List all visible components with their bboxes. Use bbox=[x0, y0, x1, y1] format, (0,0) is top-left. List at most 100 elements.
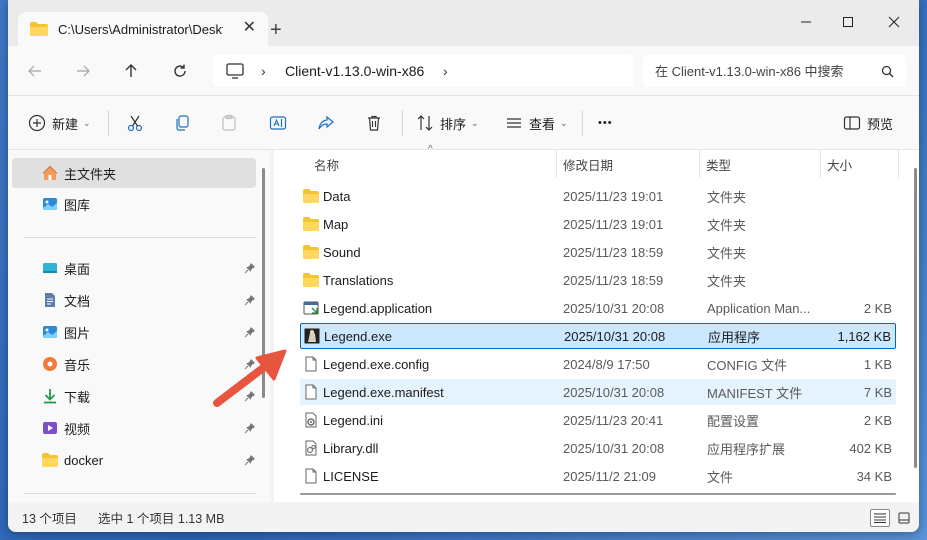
folder-icon bbox=[303, 217, 319, 231]
sidebar-item-gallery[interactable]: 图库 bbox=[12, 189, 256, 219]
pin-icon[interactable] bbox=[244, 454, 256, 466]
copy-button[interactable] bbox=[173, 111, 191, 135]
breadcrumb-segment[interactable]: Client-v1.13.0-win-x86 bbox=[285, 63, 424, 79]
column-separator[interactable] bbox=[820, 150, 821, 178]
file-size: 402 KB bbox=[849, 440, 892, 456]
search-box[interactable] bbox=[643, 55, 906, 87]
preview-pane-button[interactable]: 预览 bbox=[843, 111, 893, 135]
sort-icon bbox=[417, 115, 433, 131]
selection-info: 选中 1 个项目 1.13 MB bbox=[98, 511, 225, 526]
search-icon[interactable] bbox=[881, 65, 894, 78]
column-header-name[interactable]: 名称 ^ bbox=[314, 144, 554, 178]
file-row[interactable]: Library.dll 2025/10/31 20:08 应用程序扩展 402 KB bbox=[300, 435, 896, 461]
pin-icon[interactable] bbox=[244, 262, 256, 274]
column-header-date[interactable]: 修改日期 bbox=[563, 150, 703, 178]
horizontal-scrollbar[interactable] bbox=[300, 493, 896, 495]
forward-button[interactable] bbox=[72, 60, 94, 82]
file-row[interactable]: Legend.application 2025/10/31 20:08 Applic… bbox=[300, 295, 896, 321]
sidebar-item-docker[interactable]: docker bbox=[12, 445, 256, 475]
close-window-button[interactable] bbox=[874, 10, 914, 34]
rename-button[interactable] bbox=[269, 111, 287, 135]
column-separator[interactable] bbox=[699, 150, 700, 178]
file-name: Map bbox=[323, 216, 349, 232]
tab-close-icon[interactable]: ✕ bbox=[243, 20, 256, 36]
new-button[interactable]: 新建 ⌄ bbox=[28, 111, 91, 135]
file-date: 2025/11/23 18:59 bbox=[563, 272, 664, 288]
file-row[interactable]: LICENSE 2025/11/2 21:09 文件 34 KB bbox=[300, 463, 896, 489]
column-separator[interactable] bbox=[898, 150, 899, 178]
file-row[interactable]: Legend.exe.manifest 2025/10/31 20:08 MANIF… bbox=[300, 379, 896, 405]
file-row[interactable]: Legend.exe 2025/10/31 20:08 应用程序 1,162 KB bbox=[300, 323, 896, 349]
breadcrumb[interactable]: › Client-v1.13.0-win-x86 › bbox=[213, 55, 633, 87]
sort-label: 排序 bbox=[440, 116, 467, 132]
file-date: 2024/8/9 17:50 bbox=[563, 356, 650, 372]
desktop-icon bbox=[43, 263, 57, 273]
file-type: 配置设置 bbox=[707, 413, 760, 429]
delete-button[interactable] bbox=[365, 111, 383, 135]
home-icon bbox=[42, 165, 58, 180]
address-bar: › Client-v1.13.0-win-x86 › bbox=[8, 46, 919, 96]
file-size: 34 KB bbox=[856, 468, 892, 484]
file-row[interactable]: Map 2025/11/23 19:01 文件夹 bbox=[300, 211, 896, 237]
share-button[interactable] bbox=[317, 111, 335, 135]
cut-button[interactable] bbox=[126, 111, 144, 135]
tiles-view-icon bbox=[898, 512, 910, 524]
up-button[interactable] bbox=[120, 60, 142, 82]
pin-icon[interactable] bbox=[244, 326, 256, 338]
paste-button[interactable] bbox=[220, 111, 238, 135]
file-row[interactable]: Legend.exe.config 2024/8/9 17:50 CONFIG 文件… bbox=[300, 351, 896, 377]
preview-label: 预览 bbox=[867, 116, 894, 132]
application-manifest-icon bbox=[303, 301, 319, 315]
file-type: Application Man... bbox=[707, 300, 811, 316]
sort-button[interactable]: 排序 ⌄ bbox=[416, 111, 479, 135]
sidebar-item-label: 下载 bbox=[64, 389, 91, 405]
maximize-button[interactable] bbox=[828, 10, 868, 34]
view-button[interactable]: 查看 ⌄ bbox=[505, 111, 568, 135]
file-type: CONFIG 文件 bbox=[707, 357, 788, 373]
minimize-button[interactable] bbox=[786, 10, 826, 34]
pin-icon[interactable] bbox=[244, 294, 256, 306]
folder-icon bbox=[303, 189, 319, 203]
column-header-size[interactable]: 大小 bbox=[827, 150, 887, 178]
chevron-right-icon[interactable]: › bbox=[443, 63, 448, 79]
column-header-type[interactable]: 类型 bbox=[706, 150, 816, 178]
file-name: Translations bbox=[323, 272, 394, 288]
tab-current-folder[interactable]: C:\Users\Administrator\Desktop ✕ bbox=[18, 12, 268, 46]
chevron-right-icon: › bbox=[261, 63, 266, 79]
tiles-view-button[interactable] bbox=[894, 509, 914, 527]
file-row[interactable]: Sound 2025/11/23 18:59 文件夹 bbox=[300, 239, 896, 265]
column-separator[interactable] bbox=[556, 150, 557, 178]
minimize-icon bbox=[801, 21, 811, 23]
vertical-scrollbar[interactable] bbox=[914, 168, 917, 468]
clipboard-icon bbox=[222, 114, 236, 131]
share-icon bbox=[318, 115, 334, 130]
new-tab-button[interactable]: + bbox=[270, 20, 282, 40]
sidebar-divider bbox=[24, 237, 256, 238]
file-size: 1 KB bbox=[863, 356, 892, 372]
sidebar-item-documents[interactable]: 文档 bbox=[12, 285, 256, 315]
sidebar-item-label: 图片 bbox=[64, 325, 91, 341]
details-view-button[interactable] bbox=[870, 509, 890, 527]
sidebar-item-desktop[interactable]: 桌面 bbox=[12, 253, 256, 283]
sidebar-item-label: docker bbox=[64, 452, 104, 468]
videos-icon bbox=[43, 422, 57, 434]
chevron-down-icon: ⌄ bbox=[560, 117, 568, 128]
sidebar-item-pictures[interactable]: 图片 bbox=[12, 317, 256, 347]
back-button[interactable] bbox=[24, 60, 46, 82]
file-date: 2025/11/23 19:01 bbox=[563, 188, 664, 204]
file-type: 应用程序 bbox=[708, 329, 761, 345]
sidebar-item-home[interactable]: 主文件夹 bbox=[12, 158, 256, 188]
sidebar-item-label: 视频 bbox=[64, 421, 91, 437]
file-row[interactable]: Legend.ini 2025/11/23 20:41 配置设置 2 KB bbox=[300, 407, 896, 433]
file-name: Sound bbox=[323, 244, 361, 260]
pin-icon[interactable] bbox=[244, 422, 256, 434]
file-date: 2025/11/23 19:01 bbox=[563, 216, 664, 232]
folder-icon bbox=[303, 273, 319, 287]
more-options-button[interactable]: ••• bbox=[598, 111, 613, 135]
refresh-button[interactable] bbox=[169, 60, 191, 82]
file-row[interactable]: Translations 2025/11/23 18:59 文件夹 bbox=[300, 267, 896, 293]
command-bar: 新建 ⌄ 排序 ⌄ 查看 ⌄ ••• 预览 bbox=[8, 96, 919, 150]
search-input[interactable] bbox=[655, 63, 870, 79]
file-row[interactable]: Data 2025/11/23 19:01 文件夹 bbox=[300, 183, 896, 209]
sidebar-item-videos[interactable]: 视频 bbox=[12, 413, 256, 443]
